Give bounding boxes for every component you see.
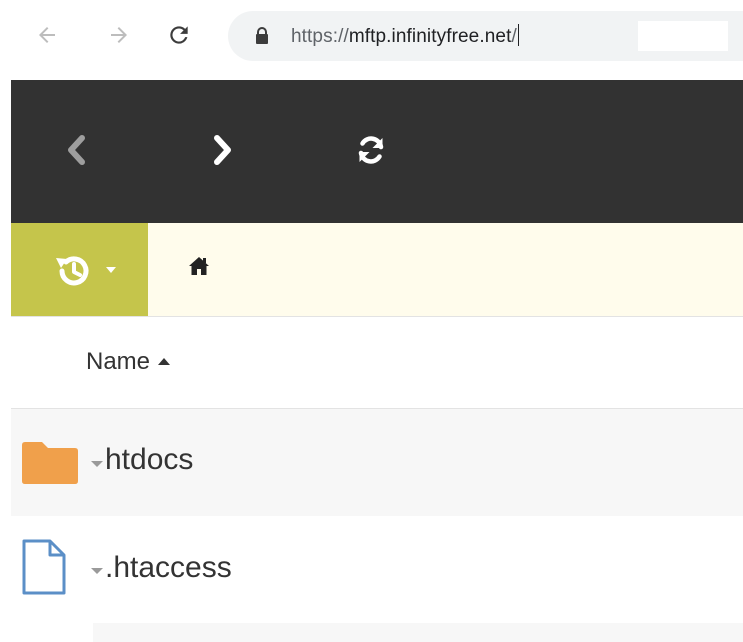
- file-list-row-partial: [93, 623, 743, 642]
- url-path: /: [511, 26, 517, 47]
- url-text[interactable]: https://mftp.infinityfree.net/: [291, 24, 519, 48]
- navigate-back-button[interactable]: [56, 130, 96, 170]
- column-header-label: Name: [86, 348, 151, 375]
- file-icon: [22, 539, 66, 595]
- folder-icon: [22, 442, 78, 484]
- url-scheme: https://: [291, 26, 349, 47]
- url-host: mftp.infinityfree.net: [348, 26, 512, 47]
- file-list-row[interactable]: htdocs: [11, 409, 743, 516]
- history-icon: [56, 256, 89, 286]
- file-name: htdocs: [105, 443, 194, 476]
- arrow-right-icon: [111, 27, 127, 43]
- arrow-left-icon: [39, 27, 55, 43]
- browser-reload-button[interactable]: [166, 22, 192, 48]
- sort-ascending-icon: [158, 358, 171, 365]
- reload-icon: [170, 26, 188, 44]
- refresh-button[interactable]: [351, 130, 391, 170]
- address-bar[interactable]: https://mftp.infinityfree.net/: [228, 11, 743, 61]
- file-list-row[interactable]: .htaccess: [11, 516, 743, 623]
- browser-toolbar: https://mftp.infinityfree.net/: [0, 0, 743, 80]
- history-dropdown-button[interactable]: [11, 223, 148, 316]
- row-menu-caret-icon[interactable]: [91, 568, 103, 574]
- breadcrumb-home[interactable]: [188, 256, 210, 281]
- navigate-forward-button[interactable]: [203, 130, 243, 170]
- file-list-header: Name: [11, 317, 743, 409]
- browser-back-button[interactable]: [34, 22, 60, 48]
- file-manager-toolbar: [11, 80, 743, 223]
- chevron-right-icon: [214, 135, 231, 165]
- file-name: .htaccess: [105, 551, 232, 584]
- browser-forward-button[interactable]: [106, 22, 132, 48]
- url-selection-highlight: [638, 21, 728, 51]
- row-menu-caret-icon[interactable]: [91, 461, 103, 467]
- path-bar: [11, 223, 743, 316]
- text-cursor: [517, 24, 519, 46]
- lock-icon: [256, 27, 268, 44]
- refresh-icon: [358, 136, 384, 164]
- column-header-name[interactable]: Name: [86, 348, 171, 376]
- caret-down-icon: [106, 267, 116, 273]
- chevron-left-icon: [68, 135, 85, 165]
- home-icon: [189, 257, 209, 275]
